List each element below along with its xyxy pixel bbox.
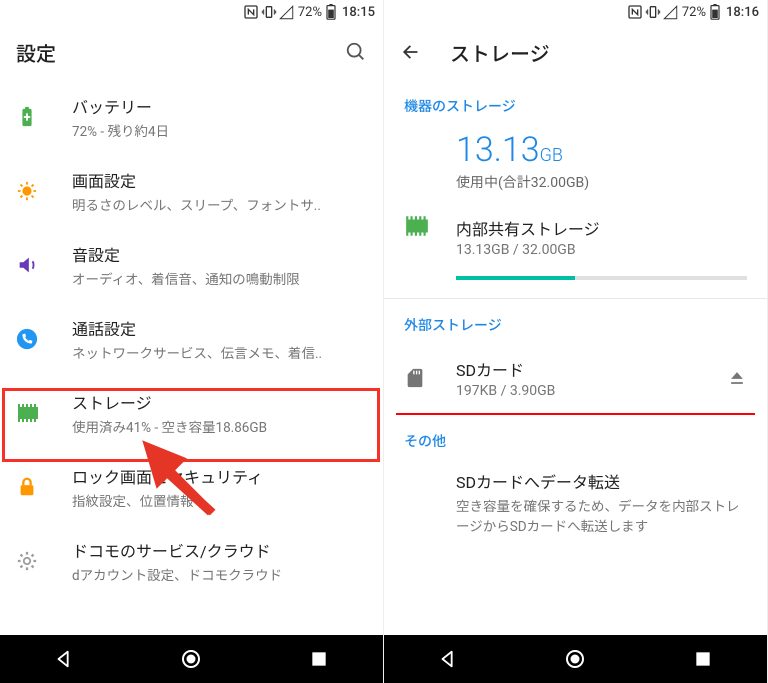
internal-storage-row[interactable]: 内部共有ストレージ 13.13GB / 32.00GB <box>384 198 767 268</box>
settings-item-call[interactable]: 通話設定ネットワークサービス、伝言メモ、着信.. <box>0 302 383 376</box>
brightness-icon <box>16 180 38 202</box>
app-bar: ストレージ <box>384 24 767 80</box>
item-subtitle: dアカウント設定、ドコモクラウド <box>72 564 367 584</box>
item-title: バッテリー <box>72 94 367 118</box>
sd-card-row[interactable]: SDカード 197KB / 3.90GB <box>384 343 767 413</box>
item-title: ドコモのサービス/クラウド <box>72 538 367 562</box>
nav-bar <box>0 635 383 683</box>
item-title: 画面設定 <box>72 168 367 192</box>
internal-subtitle: 13.13GB / 32.00GB <box>456 242 747 258</box>
storage-usage-summary: 13.13GB 使用中(合計32.00GB) <box>384 124 767 198</box>
search-icon[interactable] <box>345 41 367 63</box>
app-bar: 設定 <box>0 24 383 80</box>
nav-back-icon[interactable] <box>50 645 78 673</box>
settings-item-docomo[interactable]: ドコモのサービス/クラウドdアカウント設定、ドコモクラウド <box>0 524 383 598</box>
nav-recent-icon[interactable] <box>689 645 717 673</box>
eject-icon[interactable] <box>727 368 747 388</box>
nav-home-icon[interactable] <box>177 645 205 673</box>
nav-recent-icon[interactable] <box>305 645 333 673</box>
page-title: ストレージ <box>450 38 751 67</box>
section-device-storage: 機器のストレージ <box>384 80 767 124</box>
used-value: 13.13 <box>456 130 540 170</box>
storage-icon <box>404 216 430 236</box>
sd-title: SDカード <box>456 357 727 381</box>
status-bar: 72% 18:16 <box>384 0 767 24</box>
signal-icon <box>279 5 294 20</box>
right-screen: 72% 18:16 ストレージ 機器のストレージ 13.13GB 使用中(合計3… <box>384 0 768 683</box>
item-subtitle: 使用済み41% - 空き容量18.86GB <box>72 416 367 436</box>
signal-icon <box>663 5 678 20</box>
sound-icon <box>16 254 38 276</box>
section-external-storage: 外部ストレージ <box>384 299 767 343</box>
settings-list: バッテリー72% - 残り約4日 画面設定明るさのレベル、スリープ、フォントサ.… <box>0 80 383 635</box>
settings-item-battery[interactable]: バッテリー72% - 残り約4日 <box>0 80 383 154</box>
gear-icon <box>16 550 38 572</box>
transfer-subtitle: 空き容量を確保するため、データを内部ストレージからSDカードへ転送します <box>456 497 747 538</box>
item-title: 通話設定 <box>72 316 367 340</box>
clock: 18:15 <box>342 5 375 20</box>
nav-home-icon[interactable] <box>561 645 589 673</box>
item-title: 音設定 <box>72 242 367 266</box>
vibrate-icon <box>261 4 277 20</box>
lock-icon <box>16 476 38 498</box>
settings-item-security[interactable]: ロック画面とセキュリティ指紋設定、位置情報 <box>0 450 383 524</box>
settings-item-sound[interactable]: 音設定オーディオ、着信音、通知の鳴動制限 <box>0 228 383 302</box>
used-unit: GB <box>540 145 563 166</box>
clock: 18:16 <box>726 5 759 20</box>
nfc-icon <box>243 4 259 20</box>
used-line: 使用中(合計32.00GB) <box>456 172 767 192</box>
sd-card-icon <box>404 367 426 389</box>
storage-content: 機器のストレージ 13.13GB 使用中(合計32.00GB) 内部共有ストレー… <box>384 80 767 635</box>
page-title: 設定 <box>16 38 345 67</box>
vibrate-icon <box>645 4 661 20</box>
nav-back-icon[interactable] <box>434 645 462 673</box>
storage-icon <box>16 404 40 422</box>
transfer-title: SDカードへデータ転送 <box>456 469 747 493</box>
battery-pct: 72% <box>298 5 322 20</box>
left-screen: 72% 18:15 設定 バッテリー72% - 残り約4日 画面設定明るさのレベ… <box>0 0 384 683</box>
status-bar: 72% 18:15 <box>0 0 383 24</box>
internal-title: 内部共有ストレージ <box>456 216 747 240</box>
item-subtitle: ネットワークサービス、伝言メモ、着信.. <box>72 342 367 362</box>
nfc-icon <box>627 4 643 20</box>
call-icon <box>16 328 38 350</box>
transfer-row[interactable]: SDカードへデータ転送 空き容量を確保するため、データを内部ストレージからSDカ… <box>384 459 767 538</box>
item-subtitle: オーディオ、着信音、通知の鳴動制限 <box>72 268 367 288</box>
settings-item-storage[interactable]: ストレージ使用済み41% - 空き容量18.86GB <box>0 376 383 450</box>
internal-progress <box>456 276 747 280</box>
settings-item-display[interactable]: 画面設定明るさのレベル、スリープ、フォントサ.. <box>0 154 383 228</box>
section-other: その他 <box>384 415 767 459</box>
item-subtitle: 72% - 残り約4日 <box>72 120 367 140</box>
sd-subtitle: 197KB / 3.90GB <box>456 383 727 399</box>
item-title: ロック画面とセキュリティ <box>72 464 367 488</box>
nav-bar <box>384 635 767 683</box>
item-subtitle: 明るさのレベル、スリープ、フォントサ.. <box>72 194 367 214</box>
battery-icon <box>710 4 720 20</box>
item-title: ストレージ <box>72 390 367 414</box>
battery-pct: 72% <box>682 5 706 20</box>
back-icon[interactable] <box>400 41 422 63</box>
battery-icon <box>326 4 336 20</box>
item-subtitle: 指紋設定、位置情報 <box>72 490 367 510</box>
battery-icon <box>16 106 38 128</box>
